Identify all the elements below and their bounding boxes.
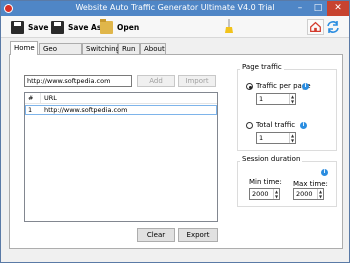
stepper-arrows-icon[interactable]: ▲ ▼ bbox=[317, 189, 323, 199]
tab-geo-location[interactable]: Geo location bbox=[39, 43, 82, 63]
row-number: 1 bbox=[28, 106, 33, 114]
info-icon[interactable]: i bbox=[302, 83, 309, 90]
save-icon bbox=[11, 20, 24, 34]
max-time-stepper[interactable]: 2000 ▲ ▼ bbox=[293, 188, 324, 200]
broom-icon[interactable] bbox=[224, 19, 234, 34]
stepper-arrows-icon[interactable]: ▲ ▼ bbox=[289, 133, 295, 143]
tab-run[interactable]: Run bbox=[118, 43, 140, 54]
save-as-icon bbox=[51, 20, 64, 34]
minimize-button[interactable]: – bbox=[291, 1, 309, 16]
total-traffic-radio[interactable] bbox=[246, 122, 253, 129]
home-icon[interactable] bbox=[307, 19, 324, 35]
toolbar: Save Save As Open bbox=[1, 16, 349, 38]
url-input[interactable]: http://www.softpedia.com bbox=[24, 75, 132, 87]
total-traffic-label[interactable]: Total traffic bbox=[256, 121, 295, 129]
import-button[interactable]: Import bbox=[178, 75, 216, 87]
info-icon[interactable]: i bbox=[321, 169, 328, 176]
traffic-per-page-stepper[interactable]: 1 ▲ ▼ bbox=[256, 93, 296, 105]
row-url: http://www.softpedia.com bbox=[44, 106, 128, 114]
refresh-icon[interactable] bbox=[325, 19, 341, 35]
max-time-value: 2000 bbox=[296, 190, 313, 198]
save-as-button[interactable]: Save As bbox=[51, 19, 101, 35]
tab-about[interactable]: About bbox=[140, 43, 166, 54]
save-label: Save bbox=[28, 22, 49, 32]
folder-icon bbox=[100, 18, 113, 34]
app-window: Website Auto Traffic Generator Ultimate … bbox=[0, 0, 350, 263]
export-button[interactable]: Export bbox=[178, 228, 218, 242]
column-divider[interactable] bbox=[40, 93, 41, 104]
title-bar[interactable]: Website Auto Traffic Generator Ultimate … bbox=[1, 1, 349, 16]
min-time-value: 2000 bbox=[252, 190, 269, 198]
open-label: Open bbox=[117, 22, 140, 32]
stepper-arrows-icon[interactable]: ▲ ▼ bbox=[289, 94, 295, 104]
total-traffic-stepper[interactable]: 1 ▲ ▼ bbox=[256, 132, 296, 144]
url-list[interactable]: # URL 1 http://www.softpedia.com bbox=[24, 92, 218, 222]
tab-home[interactable]: Home bbox=[10, 41, 38, 55]
close-button[interactable]: ✕ bbox=[327, 1, 349, 16]
table-row[interactable]: 1 http://www.softpedia.com bbox=[25, 105, 217, 115]
page-traffic-legend: Page traffic bbox=[240, 63, 284, 71]
clear-button[interactable]: Clear bbox=[137, 228, 175, 242]
info-icon[interactable]: i bbox=[300, 122, 307, 129]
save-as-label: Save As bbox=[68, 22, 102, 32]
max-time-label: Max time: bbox=[293, 180, 328, 188]
traffic-per-page-radio[interactable] bbox=[246, 83, 253, 90]
add-button[interactable]: Add bbox=[137, 75, 175, 87]
save-button[interactable]: Save bbox=[11, 19, 48, 35]
column-header-url[interactable]: URL bbox=[44, 93, 57, 104]
min-time-stepper[interactable]: 2000 ▲ ▼ bbox=[249, 188, 280, 200]
traffic-per-page-value: 1 bbox=[259, 95, 264, 103]
tab-switching[interactable]: Switching bbox=[82, 43, 120, 54]
list-header: # URL bbox=[25, 93, 217, 104]
total-traffic-value: 1 bbox=[259, 134, 264, 142]
session-duration-legend: Session duration bbox=[240, 155, 303, 163]
open-button[interactable]: Open bbox=[100, 18, 140, 35]
column-header-number[interactable]: # bbox=[28, 93, 33, 104]
stepper-arrows-icon[interactable]: ▲ ▼ bbox=[273, 189, 279, 199]
maximize-button[interactable]: □ bbox=[309, 1, 327, 16]
min-time-label: Min time: bbox=[249, 178, 282, 186]
